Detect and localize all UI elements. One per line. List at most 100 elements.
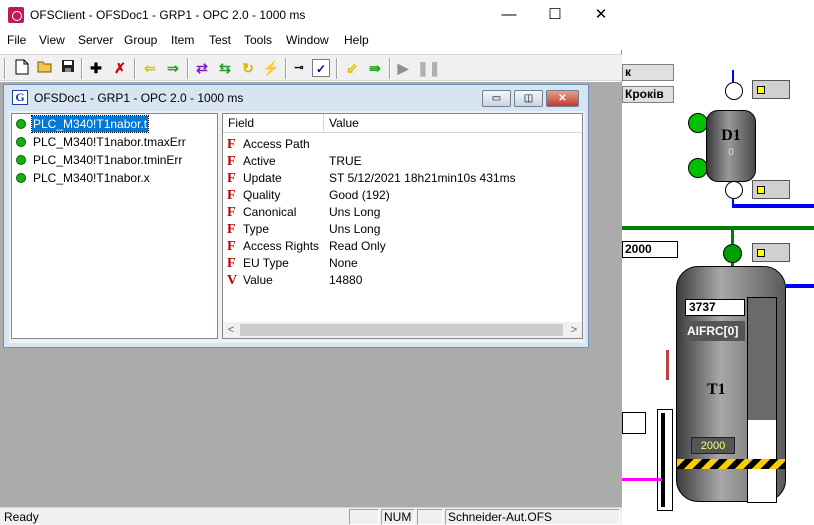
scroll-left-button[interactable]: <	[223, 322, 239, 338]
doc-minimize-button[interactable]: ▭	[482, 90, 511, 107]
tag-t1-in[interactable]	[752, 243, 790, 262]
save-icon[interactable]	[59, 59, 77, 77]
scada-small-box	[622, 412, 646, 434]
maximize-button[interactable]: ☐	[532, 0, 578, 30]
menu-item[interactable]: Item	[171, 33, 194, 47]
delete-item-icon[interactable]: ✗	[111, 59, 129, 77]
minimize-button[interactable]: —	[486, 0, 532, 30]
menu-test[interactable]: Test	[209, 33, 231, 47]
new-doc-icon[interactable]	[13, 59, 31, 77]
add-item-icon[interactable]: ✚	[87, 59, 105, 77]
valve-d1-side-1[interactable]	[688, 113, 708, 133]
table-row[interactable]: F Access Rights Read Only	[223, 238, 582, 255]
scada-background: к Кроків D1 0 2000 3737 AIFRC[0] T1 2000	[622, 0, 814, 525]
pipe-red	[666, 350, 669, 380]
document-window: G OFSDoc1 - GRP1 - OPC 2.0 - 1000 ms ▭ ◫…	[3, 84, 589, 348]
field-flag-icon: F	[227, 222, 236, 237]
item-label[interactable]: PLC_M340!T1nabor.x	[32, 170, 151, 186]
write-icon[interactable]: ⇛	[366, 59, 384, 77]
table-row[interactable]: F EU Type None	[223, 255, 582, 272]
status-pane-caps	[349, 509, 379, 525]
validate-icon[interactable]: ✓	[312, 59, 330, 77]
swap-icon[interactable]: ⇄	[193, 59, 211, 77]
menu-tools[interactable]: Tools	[244, 33, 272, 47]
play-icon[interactable]: ▶	[394, 59, 412, 77]
scroll-thumb[interactable]	[240, 324, 563, 336]
tank-t1-level-bar	[747, 297, 777, 503]
arrow-left-icon[interactable]: ⇐	[141, 59, 159, 77]
menu-window[interactable]: Window	[286, 33, 329, 47]
status-bar: Ready NUM Schneider-Aut.OFS	[0, 507, 622, 525]
toolbar-separator	[81, 58, 83, 79]
horizontal-scrollbar[interactable]: < >	[223, 322, 582, 338]
field-name: Canonical	[243, 205, 297, 219]
menu-bar: File View Server Group Item Test Tools W…	[0, 30, 622, 50]
menu-server[interactable]: Server	[78, 33, 113, 47]
status-dot-icon	[16, 173, 26, 183]
status-num: NUM	[381, 509, 415, 525]
field-name: Value	[243, 273, 273, 287]
table-row[interactable]: F Active TRUE	[223, 153, 582, 170]
read-icon[interactable]: ⇙	[343, 59, 361, 77]
valve-d1-in[interactable]	[725, 82, 743, 100]
disconnect-icon[interactable]: ⚡	[262, 59, 280, 77]
table-row[interactable]: V Value 14880	[223, 272, 582, 289]
table-row[interactable]: F Quality Good (192)	[223, 187, 582, 204]
menu-help[interactable]: Help	[344, 33, 369, 47]
valve-d1-side-2[interactable]	[688, 158, 708, 178]
pause-icon[interactable]: ❚❚	[417, 59, 440, 77]
toolbar-separator	[187, 58, 189, 79]
refresh-icon[interactable]: ↻	[239, 59, 257, 77]
field-value: Good (192)	[329, 188, 390, 202]
valve-d1-out[interactable]	[725, 181, 743, 199]
window-title: OFSClient - OFSDoc1 - GRP1 - OPC 2.0 - 1…	[30, 8, 306, 22]
table-row[interactable]: F Update ST 5/12/2021 18h21min10s 431ms	[223, 170, 582, 187]
tag-d1-out[interactable]	[752, 180, 790, 199]
document-title: OFSDoc1 - GRP1 - OPC 2.0 - 1000 ms	[34, 91, 244, 105]
pipe-magenta	[622, 478, 662, 481]
column-header-value[interactable]: Value	[324, 114, 582, 133]
tank-d1-value: 0	[728, 147, 734, 158]
toolbar-separator	[336, 58, 338, 79]
doc-close-button[interactable]: ✕	[546, 90, 579, 107]
column-header-field[interactable]: Field	[223, 114, 324, 133]
item-label[interactable]: PLC_M340!T1nabor.t	[30, 115, 150, 133]
field-value: Read Only	[329, 239, 386, 253]
doc-restore-button[interactable]: ◫	[514, 90, 543, 107]
open-folder-icon[interactable]	[36, 59, 54, 77]
field-name: Active	[243, 154, 276, 168]
arrow-right-icon[interactable]: ⇒	[164, 59, 182, 77]
status-pane-scroll	[417, 509, 443, 525]
tag-d1-in[interactable]	[752, 80, 790, 99]
close-button[interactable]: ✕	[578, 0, 624, 30]
valve-t1-in[interactable]	[723, 244, 742, 263]
field-flag-icon: F	[227, 256, 236, 271]
group-icon[interactable]: G	[12, 90, 28, 105]
field-flag-icon: F	[227, 137, 236, 152]
title-bar: OFSClient - OFSDoc1 - GRP1 - OPC 2.0 - 1…	[0, 0, 622, 30]
scroll-right-button[interactable]: >	[566, 322, 582, 338]
table-row[interactable]: F Access Path	[223, 136, 582, 153]
field-name: EU Type	[243, 256, 289, 270]
document-title-bar: G OFSDoc1 - GRP1 - OPC 2.0 - 1000 ms ▭ ◫…	[4, 85, 588, 111]
swap-alt-icon[interactable]: ⇆	[216, 59, 234, 77]
field-name: Type	[243, 222, 270, 236]
item-list[interactable]: PLC_M340!T1nabor.t PLC_M340!T1nabor.tmax…	[11, 113, 218, 339]
item-label[interactable]: PLC_M340!T1nabor.tminErr	[32, 152, 183, 168]
table-row[interactable]: F Type Uns Long	[223, 221, 582, 238]
ladder	[657, 409, 673, 511]
menu-group[interactable]: Group	[124, 33, 157, 47]
menu-file[interactable]: File	[7, 33, 26, 47]
field-flag-icon: F	[227, 239, 236, 254]
item-label[interactable]: PLC_M340!T1nabor.tmaxErr	[32, 134, 187, 150]
connect-icon[interactable]: ⊸	[290, 59, 308, 77]
menu-view[interactable]: View	[39, 33, 65, 47]
tank-d1: D1 0	[706, 110, 756, 182]
status-ready: Ready	[4, 510, 39, 524]
app-icon[interactable]	[8, 7, 24, 23]
field-name: Update	[243, 171, 282, 185]
field-name: Quality	[243, 188, 281, 202]
table-row[interactable]: F Canonical Uns Long	[223, 204, 582, 221]
pipe-t1-out	[786, 284, 814, 288]
field-flag-icon: F	[227, 171, 236, 186]
